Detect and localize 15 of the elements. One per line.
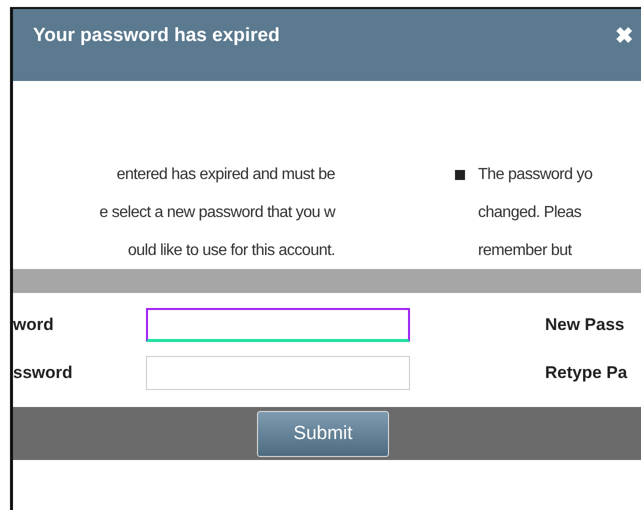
message-text: remember but [478, 241, 573, 261]
password-field[interactable] [146, 308, 410, 342]
field-label: ssword [13, 363, 74, 383]
submit-button[interactable]: Submit [257, 410, 389, 456]
message-text: The password yo [478, 165, 594, 185]
bullet-icon [455, 170, 465, 180]
dialog-title: Your password has expired [33, 25, 280, 47]
message-text: e select a new password that you w [98, 203, 335, 223]
message-text: ould like to use for this account. [126, 241, 335, 261]
field-label: Retype Pa [545, 363, 628, 383]
field-label: New Pass [545, 315, 624, 335]
close-button[interactable]: ✖ [615, 25, 633, 47]
message-text: entered has expired and must be [116, 165, 335, 185]
message-text: changed. Pleas [478, 203, 582, 223]
field-label: word [13, 315, 55, 335]
